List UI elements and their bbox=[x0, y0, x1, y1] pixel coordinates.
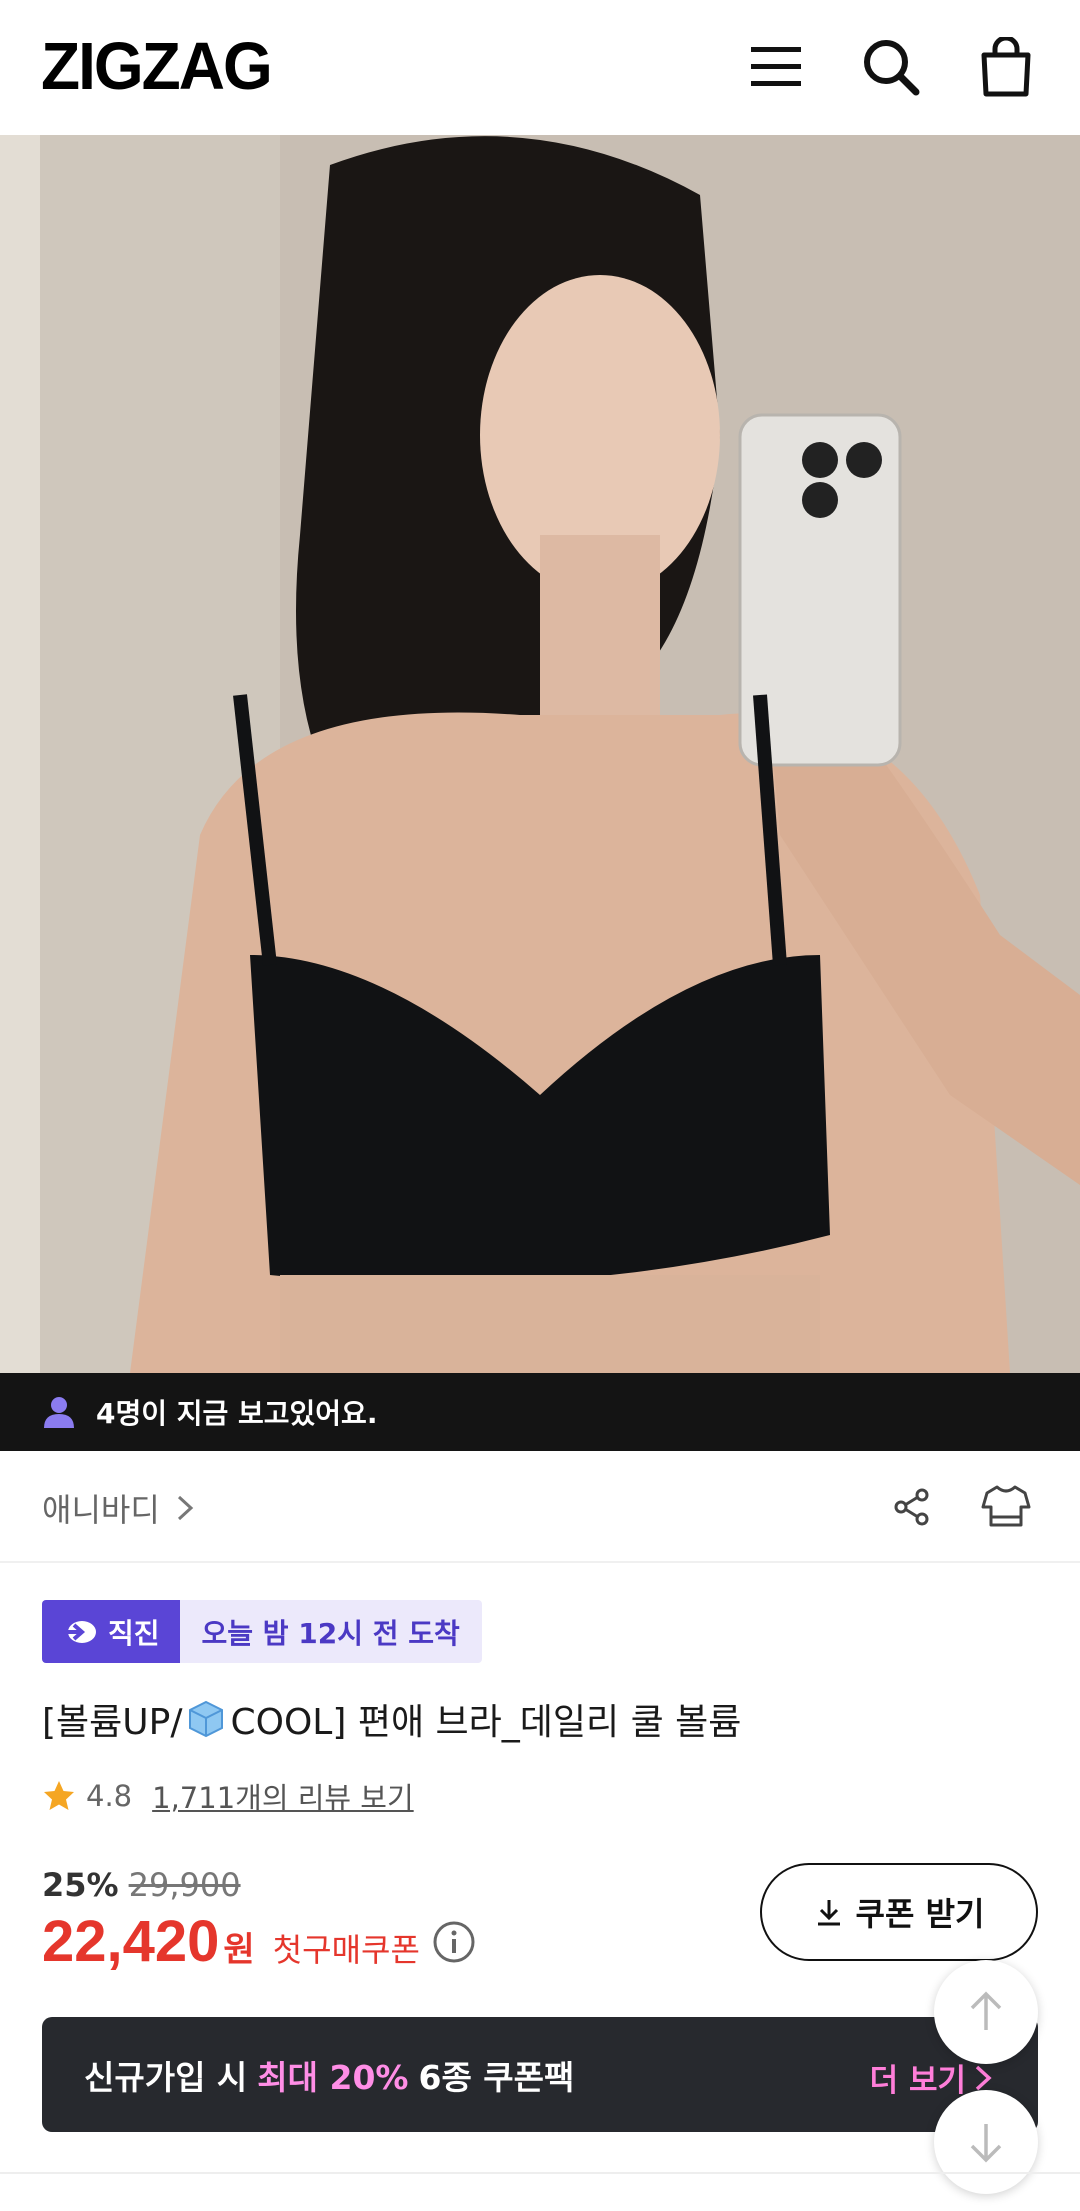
coupon-button-label: 쿠폰 받기 bbox=[855, 1895, 985, 1933]
menu-icon[interactable] bbox=[745, 36, 807, 98]
person-icon bbox=[44, 1397, 74, 1428]
star-icon bbox=[44, 1781, 74, 1810]
price-row: 22,420 원 첫구매쿠폰 bbox=[42, 1908, 476, 1975]
zigzag-logo[interactable]: ZIGZAG bbox=[41, 32, 273, 99]
title-suffix: COOL] 편애 브라_데일리 쿨 볼륨 bbox=[230, 1702, 742, 1743]
download-coupon-button[interactable]: 쿠폰 받기 bbox=[760, 1863, 1038, 1961]
ice-cube-icon bbox=[189, 1700, 224, 1738]
rating-row: 4.8 1,711개의 리뷰 보기 bbox=[42, 1775, 414, 1817]
currency-label: 원 bbox=[223, 1930, 255, 1970]
scroll-bottom-button[interactable] bbox=[934, 2090, 1038, 2194]
direct-delivery-badge: 직진 bbox=[42, 1600, 180, 1663]
fitting-icon[interactable] bbox=[978, 1479, 1034, 1535]
direct-badge-label: 직진 bbox=[108, 1616, 160, 1650]
promo-highlight: 최대 20% bbox=[257, 2057, 409, 2097]
sale-price: 22,420 bbox=[42, 1909, 220, 1974]
title-prefix: [볼륨UP/ bbox=[42, 1702, 183, 1743]
discount-row: 25% 29,900 bbox=[42, 1866, 241, 1904]
store-name: 애니바디 bbox=[42, 1491, 160, 1529]
viewers-text: 4명이 지금 보고있어요. bbox=[96, 1397, 378, 1430]
promo-text-1: 신규가입 시 bbox=[84, 2057, 248, 2097]
store-row: 애니바디 bbox=[0, 1451, 1080, 1563]
scroll-top-button[interactable] bbox=[934, 1960, 1038, 2064]
download-icon bbox=[817, 1900, 840, 1926]
more-label: 더 보기 bbox=[869, 2063, 966, 2099]
arrival-badge: 오늘 밤 12시 전 도착 bbox=[179, 1600, 482, 1663]
arrow-up-icon bbox=[970, 1991, 1002, 2030]
promo-text-3: 6종 쿠폰팩 bbox=[418, 2057, 575, 2097]
delivery-badges: 직진 오늘 밤 12시 전 도착 bbox=[42, 1600, 482, 1663]
app-header: ZIGZAG bbox=[0, 0, 1080, 135]
search-icon[interactable] bbox=[860, 36, 922, 98]
arrow-down-icon bbox=[970, 2124, 1002, 2163]
discount-rate: 25% bbox=[42, 1866, 119, 1904]
section-divider bbox=[0, 2172, 1080, 2174]
shopping-bag-icon[interactable] bbox=[975, 36, 1037, 98]
chevron-right-icon bbox=[177, 1495, 193, 1521]
info-icon[interactable] bbox=[432, 1920, 476, 1964]
product-image-carousel[interactable] bbox=[0, 135, 1080, 1373]
store-link[interactable]: 애니바디 bbox=[42, 1485, 194, 1531]
share-icon[interactable] bbox=[884, 1479, 940, 1535]
fast-delivery-icon bbox=[62, 1620, 96, 1643]
product-photo bbox=[0, 135, 1080, 1373]
live-viewers-bar: 4명이 지금 보고있어요. bbox=[0, 1373, 1080, 1451]
first-purchase-coupon-label: 첫구매쿠폰 bbox=[272, 1931, 420, 1969]
signup-coupon-banner[interactable]: 신규가입 시 최대 20% 6종 쿠폰팩 더 보기 bbox=[42, 2017, 1038, 2132]
rating-score: 4.8 bbox=[86, 1779, 133, 1813]
chevron-right-icon bbox=[975, 2065, 992, 2090]
product-title: [볼륨UP/ COOL] 편애 브라_데일리 쿨 볼륨 bbox=[42, 1693, 741, 1745]
reviews-link[interactable]: 1,711개의 리뷰 보기 bbox=[152, 1775, 414, 1817]
original-price: 29,900 bbox=[128, 1866, 241, 1904]
